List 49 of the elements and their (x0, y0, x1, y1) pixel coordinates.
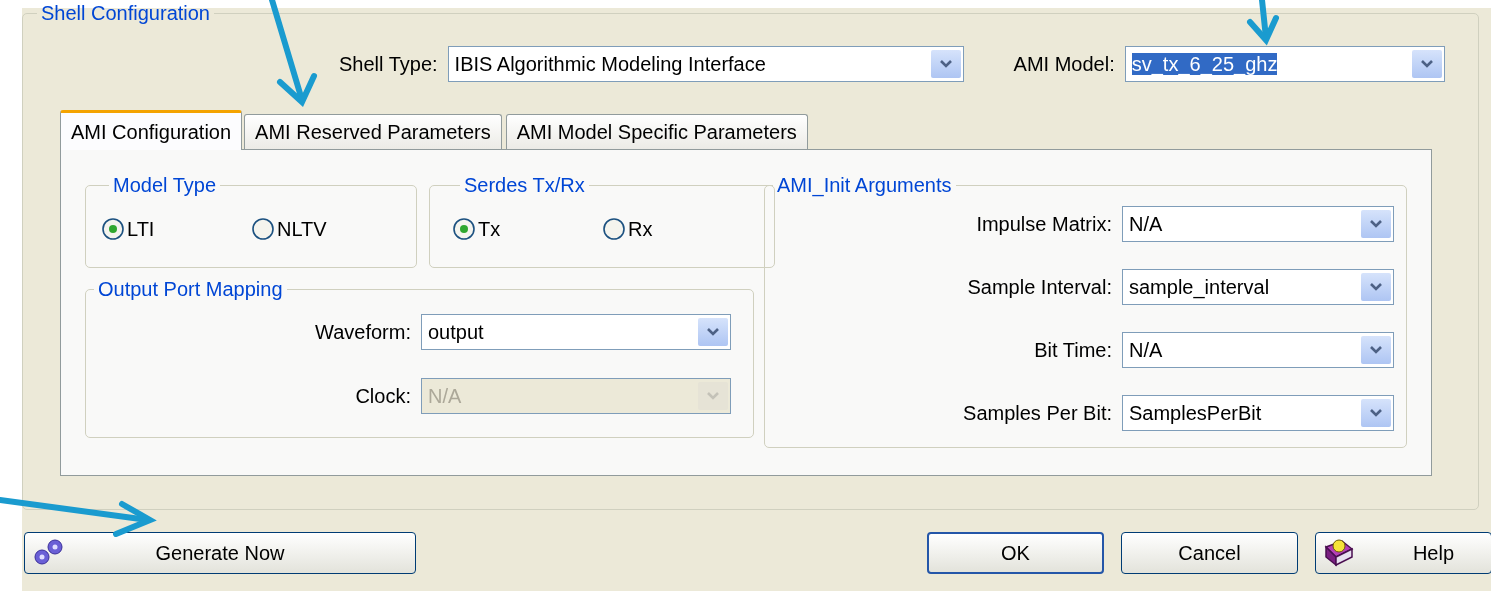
dropdown-arrow-button[interactable] (1361, 336, 1391, 364)
dropdown-field[interactable]: SamplesPerBit (1122, 395, 1394, 431)
dropdown-field[interactable]: output (421, 314, 731, 350)
help-book-icon (1322, 537, 1356, 569)
dropdown-field[interactable]: sv_tx_6_25_ghz (1124, 46, 1445, 82)
group-title: AMI_Init Arguments (776, 173, 953, 199)
field-label: Waveform: (315, 320, 411, 345)
chevron-down-icon (1369, 282, 1383, 292)
gears-icon (31, 537, 65, 567)
group-title: Serdes Tx/Rx (463, 173, 586, 198)
chevron-down-icon (1369, 219, 1383, 229)
dialog-button[interactable]: OK (927, 532, 1104, 574)
field-label: Samples Per Bit: (963, 401, 1112, 426)
radio-button[interactable]: Rx (602, 214, 752, 244)
dropdown-field[interactable]: N/A (1122, 206, 1394, 242)
field-label: Bit Time: (1034, 338, 1112, 363)
dropdown-field[interactable]: N/A (1122, 332, 1394, 368)
selected-text: sv_tx_6_25_ghz (1131, 53, 1278, 75)
dialog-button[interactable]: Cancel (1121, 532, 1298, 574)
group-title: Output Port Mapping (97, 277, 284, 302)
radio-button[interactable]: Tx (452, 214, 602, 244)
field-label: Impulse Matrix: (976, 212, 1112, 237)
dialog-button[interactable]: Generate Now (24, 532, 416, 574)
chevron-down-icon (938, 59, 953, 69)
field-label: AMI Model: (1013, 52, 1115, 77)
field-label: Clock: (355, 384, 411, 409)
dropdown-arrow-button[interactable] (1361, 210, 1391, 238)
chevron-down-icon (1369, 345, 1383, 355)
radio-button[interactable]: NLTV (251, 214, 401, 244)
group-title: Model Type (112, 173, 218, 198)
tab[interactable]: AMI Model Specific Parameters (505, 114, 808, 149)
radio-button[interactable]: LTI (101, 214, 251, 244)
chevron-down-icon (706, 391, 720, 401)
dropdown-field[interactable]: sample_interval (1122, 269, 1394, 305)
dialog-button[interactable]: Help (1315, 532, 1491, 574)
dropdown-field[interactable]: IBIS Algorithmic Modeling Interface (447, 46, 964, 82)
tab[interactable]: AMI Reserved Parameters (244, 114, 502, 149)
dropdown-arrow-button[interactable] (930, 50, 961, 78)
dropdown-arrow-button[interactable] (1361, 273, 1391, 301)
chevron-down-icon (1419, 59, 1434, 69)
group-title: Shell Configuration (40, 1, 211, 26)
dropdown-arrow-button[interactable] (698, 318, 728, 346)
dropdown-arrow-button[interactable] (1361, 399, 1391, 427)
chevron-down-icon (706, 327, 720, 337)
tab[interactable]: AMI Configuration (60, 110, 243, 150)
field-label: Shell Type: (339, 52, 438, 77)
field-label: Sample Interval: (967, 275, 1112, 300)
dropdown-arrow-button[interactable] (1411, 50, 1442, 78)
chevron-down-icon (1369, 408, 1383, 418)
